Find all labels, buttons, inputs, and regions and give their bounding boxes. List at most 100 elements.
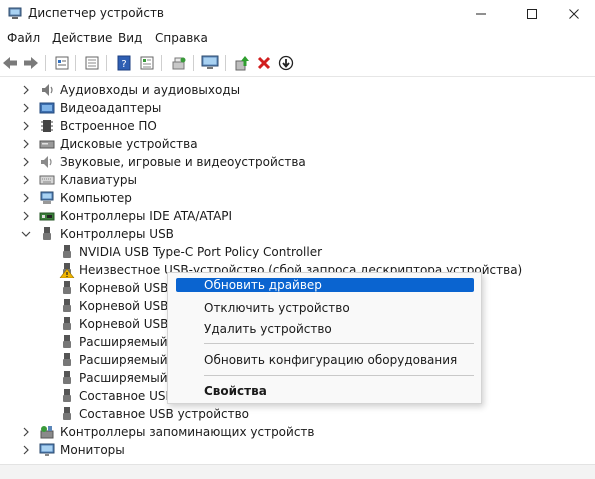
uninstall-device-button[interactable]	[255, 54, 273, 72]
menu-bar: Файл Действие Вид Справка	[0, 27, 595, 49]
window-title: Диспетчер устройств	[28, 6, 165, 20]
toolbar-separator	[45, 55, 46, 71]
menu-help[interactable]: Справка	[155, 31, 208, 45]
forward-icon	[24, 57, 38, 69]
scan-hardware-icon	[172, 57, 186, 70]
tree-node-monitors[interactable]: Мониторы	[0, 441, 595, 459]
toolbar-separator	[225, 55, 226, 71]
tree-node-usb-device[interactable]: Составное USB устройство	[0, 405, 595, 423]
tree-node-label: Компьютер	[60, 191, 132, 205]
tree-node-firmware[interactable]: Встроенное ПО	[0, 117, 595, 135]
update-driver-button[interactable]	[233, 54, 251, 72]
disable-device-button[interactable]	[277, 54, 295, 72]
back-icon	[3, 57, 17, 69]
chevron-right-icon[interactable]	[21, 85, 31, 95]
tree-node-label: Расширяемый х	[79, 335, 179, 349]
horizontal-scrollbar[interactable]	[0, 464, 595, 479]
tree-node-label: Звуковые, игровые и видеоустройства	[60, 155, 306, 169]
scan-hardware-button[interactable]	[170, 54, 188, 72]
tree-node-storage-controllers[interactable]: Контроллеры запоминающих устройств	[0, 423, 595, 441]
speaker-icon	[41, 156, 52, 168]
tree-node-sound-devices[interactable]: Звуковые, игровые и видеоустройства	[0, 153, 595, 171]
chevron-right-icon[interactable]	[21, 103, 31, 113]
view-list-button[interactable]	[83, 54, 101, 72]
tree-node-label: Корневой USB-к	[79, 299, 180, 313]
tree-node-label: Составное USB устройство	[79, 407, 250, 421]
chevron-right-icon[interactable]	[21, 157, 31, 167]
chevron-right-icon[interactable]	[21, 211, 31, 221]
chevron-right-icon[interactable]	[21, 175, 31, 185]
chevron-right-icon[interactable]	[21, 445, 31, 455]
tree-node-usb-controllers[interactable]: Контроллеры USB	[0, 225, 595, 243]
tree-node-disk-drives[interactable]: Дисковые устройства	[0, 135, 595, 153]
toolbar-separator	[75, 55, 76, 71]
toolbar-separator	[161, 55, 162, 71]
menu-file[interactable]: Файл	[7, 31, 40, 45]
device-manager-app-icon	[8, 6, 22, 20]
back-button[interactable]	[1, 54, 19, 72]
monitor-button[interactable]	[201, 54, 219, 72]
context-menu-scan-hardware[interactable]: Обновить конфигурацию оборудования	[204, 353, 457, 367]
context-menu-uninstall-device[interactable]: Удалить устройство	[204, 322, 332, 336]
toolbar-separator	[193, 55, 194, 71]
tree-node-label: Видеоадаптеры	[60, 101, 162, 115]
tree-node-audio-io[interactable]: Аудиовходы и аудиовыходы	[0, 81, 595, 99]
keyboard-icon	[39, 175, 55, 185]
chevron-right-icon[interactable]	[21, 427, 31, 437]
chevron-right-icon[interactable]	[21, 121, 31, 131]
tree-node-label: Мониторы	[60, 443, 125, 457]
usb-icon	[63, 353, 71, 366]
tree-node-display-adapters[interactable]: Видеоадаптеры	[0, 99, 595, 117]
monitor-icon	[39, 443, 55, 456]
svg-text:?: ?	[121, 59, 126, 70]
toolbar-separator	[106, 55, 107, 71]
context-menu-disable-device[interactable]: Отключить устройство	[204, 301, 350, 315]
maximize-button[interactable]	[509, 0, 555, 27]
chevron-down-icon[interactable]	[21, 229, 31, 239]
usb-warning-icon	[59, 263, 75, 278]
tree-node-label: Контроллеры запоминающих устройств	[60, 425, 315, 439]
toolbar: ?	[0, 50, 595, 77]
usb-icon	[43, 227, 51, 240]
context-menu-update-driver[interactable]: Обновить драйвер	[204, 278, 322, 292]
ide-controller-icon	[39, 212, 55, 221]
usb-icon	[63, 245, 71, 258]
minimize-icon	[476, 13, 486, 14]
tree-node-label: Встроенное ПО	[60, 119, 157, 133]
usb-icon	[63, 317, 71, 330]
properties-icon	[55, 56, 69, 70]
tree-node-label: Аудиовходы и аудиовыходы	[60, 83, 241, 97]
context-menu: Обновить драйвер Отключить устройство Уд…	[167, 272, 482, 404]
usb-icon	[63, 371, 71, 384]
chevron-right-icon[interactable]	[21, 193, 31, 203]
tree-node-ide-controllers[interactable]: Контроллеры IDE ATA/ATAPI	[0, 207, 595, 225]
minimize-button[interactable]	[458, 0, 504, 27]
update-driver-icon	[235, 56, 249, 71]
usb-icon	[63, 335, 71, 348]
tree-node-usb-device[interactable]: NVIDIA USB Type-C Port Policy Controller	[0, 243, 595, 261]
tree-node-label: NVIDIA USB Type-C Port Policy Controller	[79, 245, 323, 259]
menu-view[interactable]: Вид	[118, 31, 142, 45]
tree-node-label: Контроллеры IDE ATA/ATAPI	[60, 209, 233, 223]
tree-node-computer[interactable]: Компьютер	[0, 189, 595, 207]
firmware-icon	[41, 120, 53, 132]
tree-node-keyboards[interactable]: Клавиатуры	[0, 171, 595, 189]
usb-icon	[63, 407, 71, 420]
forward-button[interactable]	[22, 54, 40, 72]
usb-icon	[63, 281, 71, 294]
chevron-right-icon[interactable]	[21, 139, 31, 149]
close-icon	[568, 8, 579, 19]
help-button[interactable]: ?	[115, 54, 133, 72]
close-button[interactable]	[552, 0, 595, 27]
view-details-icon	[140, 56, 154, 70]
disable-icon	[278, 55, 294, 71]
context-menu-separator	[204, 343, 474, 344]
context-menu-properties[interactable]: Свойства	[204, 384, 267, 398]
properties-button[interactable]	[53, 54, 71, 72]
menu-action[interactable]: Действие	[52, 31, 112, 45]
display-adapter-icon	[39, 102, 55, 114]
view-details-button[interactable]	[138, 54, 156, 72]
title-bar: Диспетчер устройств	[0, 0, 595, 27]
usb-icon	[63, 299, 71, 312]
tree-node-label: Корневой USB-к	[79, 317, 180, 331]
